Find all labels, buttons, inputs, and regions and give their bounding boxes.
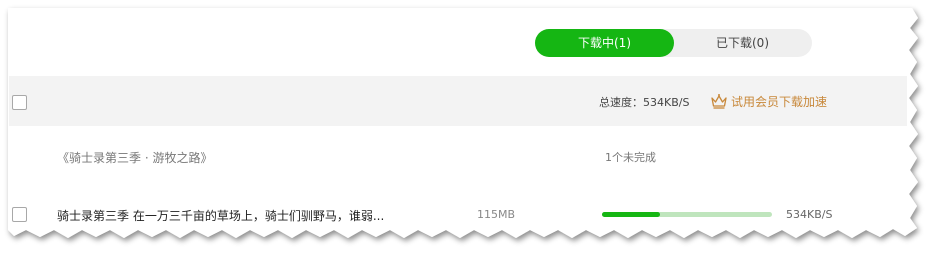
tab-downloading[interactable]: 下载中(1) [535,29,674,57]
total-speed-label: 总速度：534KB/S [599,96,690,109]
group-status: 1个未完成 [605,151,656,164]
task-name: 骑士录第三季 在一万三千亩的草场上，骑士们驯野马，谁弱... [57,209,385,223]
crown-icon [711,94,727,109]
task-size: 115MB [477,208,516,221]
task-progress-fill [602,212,660,217]
select-all-checkbox[interactable] [12,95,27,110]
task-speed: 534KB/S [786,208,833,221]
task-checkbox[interactable] [12,207,27,222]
tab-downloaded[interactable]: 已下载(0) [673,29,812,57]
download-panel: 下载中(1) 已下载(0) 总速度：534KB/S 试用会员下载加速 《骑士录第… [9,10,907,236]
task-progress-bar [602,212,772,217]
group-title: 《骑士录第三季 · 游牧之路》 [57,151,213,165]
vip-trial-label: 试用会员下载加速 [731,95,828,109]
toolbar: 总速度：534KB/S 试用会员下载加速 [9,76,907,126]
download-tabs: 下载中(1) 已下载(0) [535,29,812,57]
task-row[interactable]: 骑士录第三季 在一万三千亩的草场上，骑士们驯野马，谁弱... 115MB 534… [9,196,907,230]
download-manager-screenshot: { "tabs": { "downloading_label": "下载中(1)… [0,0,927,255]
